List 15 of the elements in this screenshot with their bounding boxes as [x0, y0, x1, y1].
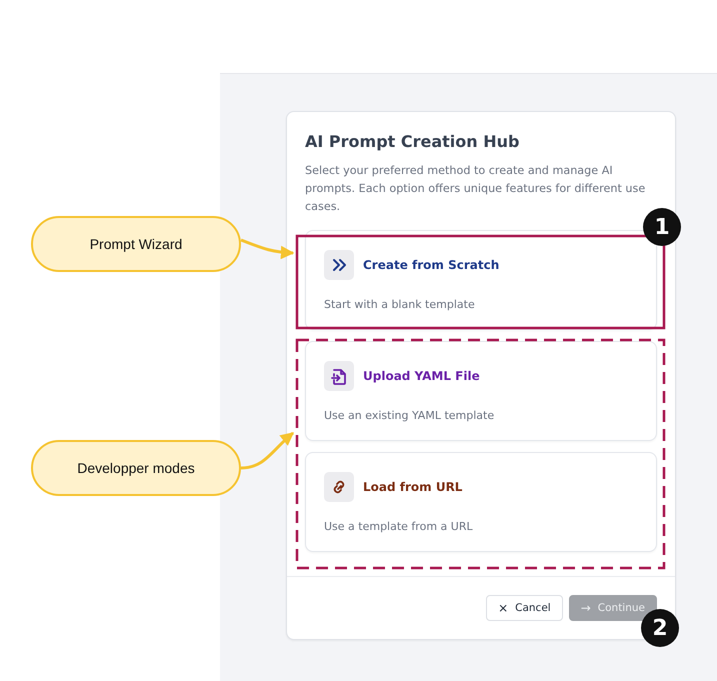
- option-card[interactable]: Upload YAML File Use an existing YAML template: [305, 341, 657, 441]
- dialog-title: AI Prompt Creation Hub: [304, 132, 520, 151]
- option-description: Use an existing YAML template: [324, 409, 496, 422]
- option-description: Start with a blank template: [324, 298, 476, 311]
- cancel-button[interactable]: × Cancel: [486, 595, 563, 621]
- callout-label: Developper modes: [31, 440, 241, 496]
- option-title: Upload YAML File: [363, 369, 480, 383]
- option-title: Create from Scratch: [363, 258, 500, 272]
- arrow: [240, 432, 294, 470]
- option-card[interactable]: Load from URL Use a template from a URL: [305, 452, 657, 552]
- option-description: Use a template from a URL: [324, 520, 474, 533]
- arrow: [240, 238, 294, 260]
- option-card[interactable]: Create from Scratch Start with a blank template: [305, 230, 657, 330]
- option-title: Load from URL: [363, 480, 462, 494]
- callout-label: Prompt Wizard: [31, 216, 241, 272]
